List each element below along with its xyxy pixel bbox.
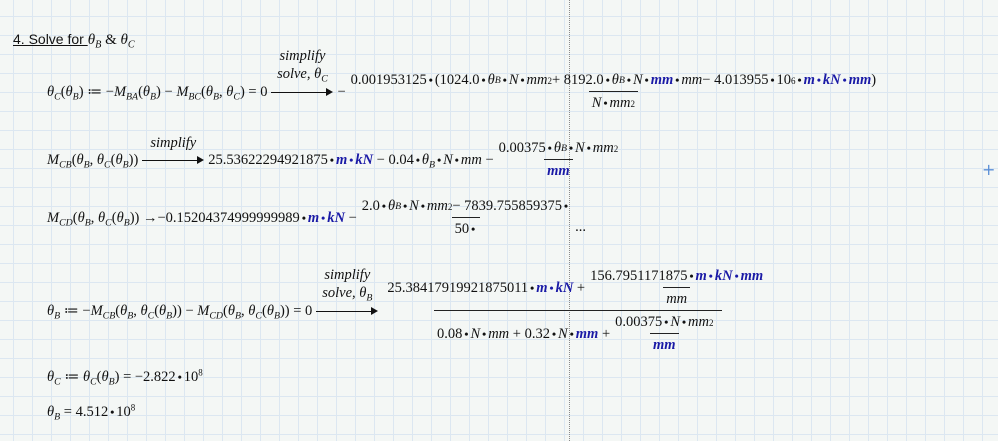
mcb-result: 25.53622294921875 • m • kN − 0.04 • θB • N • mm − — [208, 151, 494, 170]
theta-c-value: θC ≔ θC(θB) = −2.822 • 108 — [47, 367, 203, 388]
symbolic-arrow: simplify solve, θC — [271, 48, 334, 97]
result-fraction: 2.0 • θ B • N • mm 2 − 7839.755859375 • 50 • — [359, 198, 573, 238]
theta-b-value: θB = 4.512 • 108 — [47, 402, 136, 423]
mcd-lhs: MCD(θB, θC(θB)) → — [47, 209, 158, 228]
keyword-solve[interactable]: solve, θB — [322, 285, 372, 303]
fraction-numerator: 0.00375 • θ B • N • mm 2 — [498, 140, 619, 156]
keyword-simplify[interactable]: simplify — [324, 267, 370, 284]
symbolic-arrow: simplify — [142, 135, 205, 165]
keyword-simplify[interactable]: simplify — [150, 135, 196, 152]
nested-denominator: mm — [650, 333, 679, 354]
fraction-denominator: mm — [544, 159, 573, 180]
nested-numerator: 156.7951171875 • m • kN • mm — [590, 268, 764, 284]
denominator-text: 0.08 • N • mm + 0.32 • N • mm + — [437, 325, 611, 342]
result-fraction: 25.38417919921875011 • m • kN + 156.79511718… — [384, 268, 771, 354]
fraction-denominator: N • mm 2 — [588, 91, 638, 112]
nested-denominator: mm — [663, 287, 691, 308]
fraction-denominator: 0.08 • N • mm + 0.32 • N • mm + 0.00375 • N • mm 2 mm — [434, 310, 722, 354]
mcb-evaluation[interactable]: MCB(θB, θC(θB)) simplify 25.536222949218… — [47, 135, 623, 180]
theta-b-lhs: θB ≔ −MCB(θB, θC(θB)) − MCD(θB, θC(θB)) … — [47, 302, 313, 321]
theta-c-definition[interactable]: θC(θB) ≔ −MBA(θB) − MBC(θB, θC) = 0 simp… — [47, 48, 881, 112]
result-fraction: 0.001953125 • (1024.0 • θ B • N • mm 2 + 8192.0 • θ B… — [348, 72, 879, 112]
arrow-icon — [197, 156, 205, 164]
fraction-numerator: 2.0 • θ B • N • mm 2 − 7839.755859375 • — [361, 198, 569, 214]
mcd-result: −0.15204374999999989 • m • kN − — [157, 209, 357, 226]
theta-c-result[interactable]: θC ≔ θC(θB) = −2.822 • 108 — [47, 367, 203, 388]
nested-fraction: 0.00375 • N • mm 2 mm — [612, 314, 716, 354]
fraction-numerator: 0.001953125 • (1024.0 • θ B • N • mm 2 + 8192.0 • θ B… — [350, 72, 877, 88]
numerator-text: 25.38417919921875011 • m • kN + — [387, 279, 586, 296]
symbolic-arrow: simplify solve, θB — [316, 267, 379, 316]
mcd-evaluation[interactable]: MCD(θB, θC(θB)) → −0.15204374999999989 • m… — [47, 198, 586, 238]
arrow-icon — [371, 307, 379, 315]
mcb-lhs: MCB(θB, θC(θB)) — [47, 151, 139, 170]
arrow-icon — [326, 88, 334, 96]
result-fraction: 0.00375 • θ B • N • mm 2 mm — [496, 140, 622, 180]
heading-label: 4. Solve for — [13, 31, 88, 47]
keyword-solve[interactable]: solve, θC — [277, 66, 328, 84]
section-heading[interactable]: 4. Solve for θB & θC — [13, 31, 135, 51]
truncation-ellipsis[interactable]: ... — [575, 219, 586, 236]
nested-numerator: 0.00375 • N • mm 2 — [615, 314, 714, 330]
keyword-simplify[interactable]: simplify — [279, 48, 325, 65]
fraction-denominator: 50 • — [451, 217, 481, 238]
theta-c-lhs: θC(θB) ≔ −MBA(θB) − MBC(θB, θC) = 0 — [47, 83, 268, 102]
crosshair-cursor-icon: + — [982, 160, 996, 179]
theta-b-result[interactable]: θB = 4.512 • 108 — [47, 402, 136, 423]
heading-variables: θB & θC — [87, 32, 135, 51]
fraction-numerator: 25.38417919921875011 • m • kN + 156.79511718… — [384, 268, 771, 310]
nested-fraction: 156.7951171875 • m • kN • mm mm — [587, 268, 766, 308]
theta-b-definition[interactable]: θB ≔ −MCB(θB, θC(θB)) − MCD(θB, θC(θB)) … — [47, 267, 773, 354]
result-sign: − — [337, 83, 346, 100]
